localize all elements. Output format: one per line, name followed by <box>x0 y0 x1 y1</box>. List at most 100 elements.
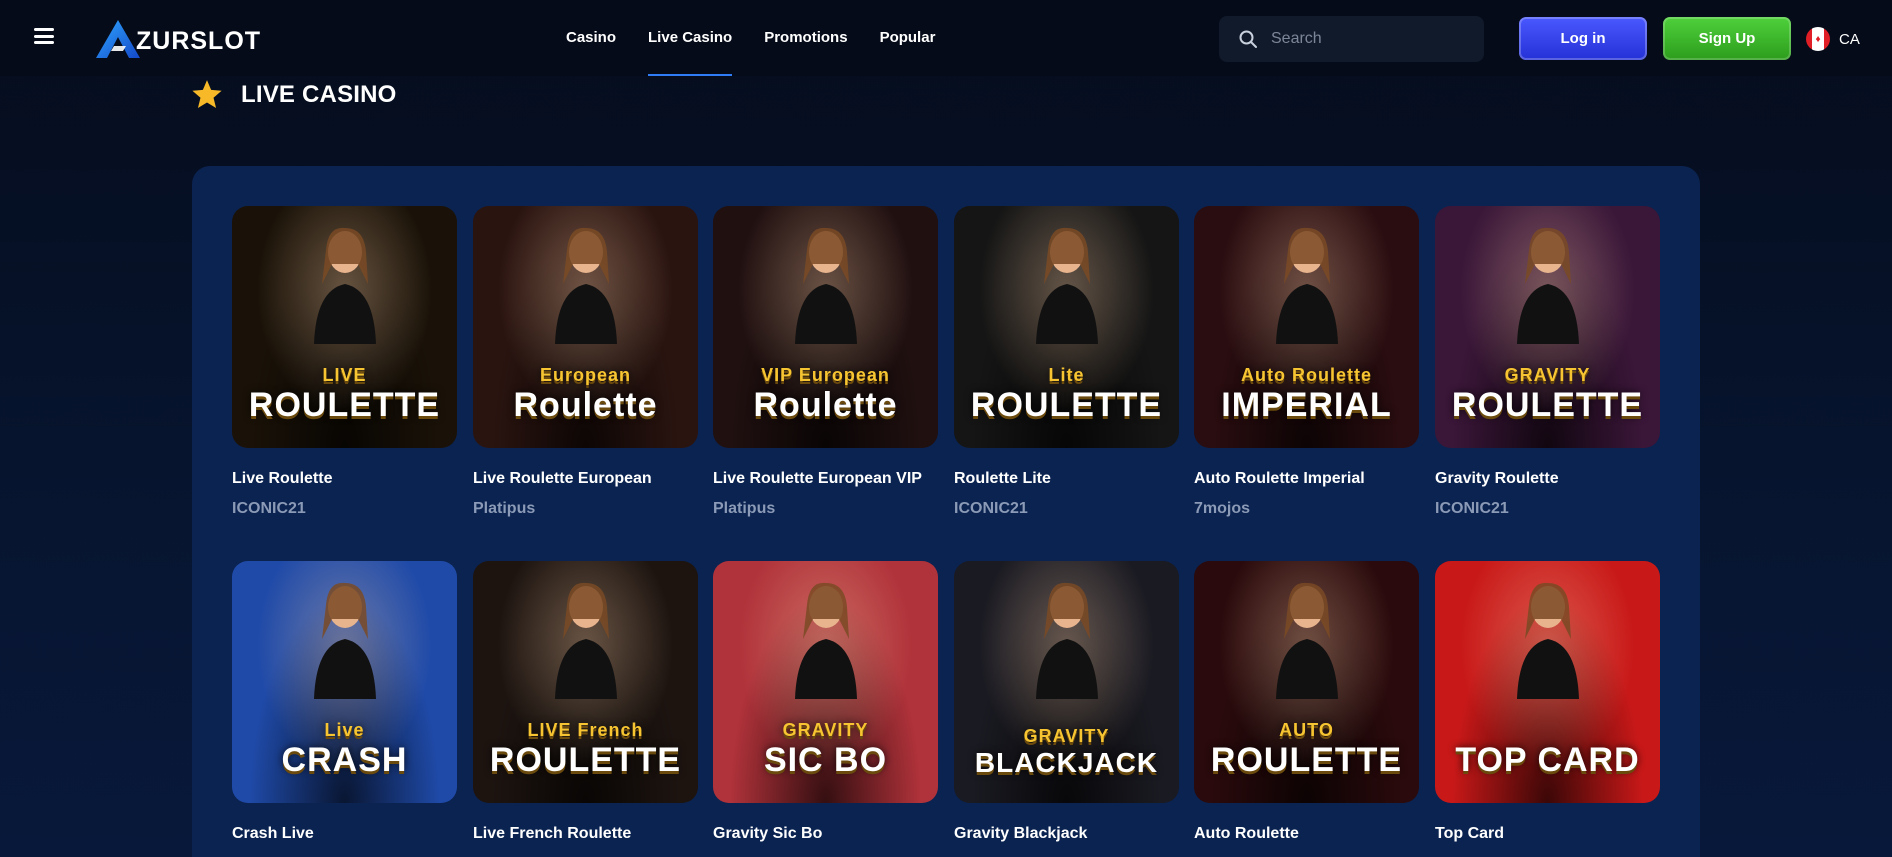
thumbnail-main-title: ROULETTE <box>1451 386 1644 424</box>
thumbnail-subtitle: Live <box>324 720 365 740</box>
thumbnail-title: LIVE ROULETTE <box>249 366 440 422</box>
game-name[interactable]: Live Roulette <box>232 470 457 488</box>
thumbnail-main-title: TOP CARD <box>1455 741 1640 779</box>
dealer-image <box>787 579 865 699</box>
game-card[interactable]: VIP European Roulette Live Roulette Europe… <box>713 206 938 518</box>
thumbnail-subtitle: GRAVITY <box>1504 365 1591 385</box>
dealer-image <box>1028 224 1106 344</box>
nav-casino[interactable]: Casino <box>566 0 616 76</box>
nav-live-casino[interactable]: Live Casino <box>648 0 733 76</box>
thumbnail-subtitle: European <box>539 365 631 385</box>
game-thumbnail[interactable]: European Roulette <box>473 206 698 448</box>
game-name[interactable]: Live French Roulette <box>473 825 698 843</box>
dealer-image <box>1509 579 1587 699</box>
game-name[interactable]: Gravity Blackjack <box>954 825 1179 843</box>
search-box[interactable] <box>1219 16 1484 62</box>
main-nav: Casino Live Casino Promotions Popular <box>566 0 967 76</box>
game-provider: Platipus <box>473 500 536 517</box>
thumbnail-title: LIVE French ROULETTE <box>490 721 681 777</box>
games-panel: LIVE ROULETTE Live Roulette ICONIC21 Europea… <box>192 166 1700 857</box>
game-thumbnail[interactable]: Lite ROULETTE <box>954 206 1179 448</box>
game-thumbnail[interactable]: GRAVITY SIC BO <box>713 561 938 803</box>
game-card[interactable]: Auto Roulette IMPERIAL Auto Roulette Imper… <box>1194 206 1419 518</box>
game-name[interactable]: Gravity Sic Bo <box>713 825 938 843</box>
game-thumbnail[interactable]: GRAVITY BLACKJACK <box>954 561 1179 803</box>
game-card[interactable]: LIVE French ROULETTE Live French Roulette <box>473 561 698 855</box>
thumbnail-subtitle: GRAVITY <box>1023 726 1110 746</box>
section-header: LIVE CASINO <box>190 78 397 112</box>
game-provider: ICONIC21 <box>1435 500 1509 517</box>
game-name[interactable]: Crash Live <box>232 825 457 843</box>
game-provider: ICONIC21 <box>954 500 1028 517</box>
game-thumbnail[interactable]: LIVE ROULETTE <box>232 206 457 448</box>
game-card[interactable]: GRAVITY BLACKJACK Gravity Blackjack <box>954 561 1179 855</box>
thumbnail-title: AUTO ROULETTE <box>1211 721 1402 777</box>
thumbnail-main-title: ROULETTE <box>1210 741 1403 779</box>
thumbnail-title: Lite ROULETTE <box>971 366 1162 422</box>
logo-a-icon <box>96 20 140 58</box>
thumbnail-main-title: Roulette <box>753 386 898 424</box>
game-card[interactable]: Live CRASH Crash Live <box>232 561 457 855</box>
game-card[interactable]: GRAVITY ROULETTE Gravity Roulette ICONIC21 <box>1435 206 1660 518</box>
thumbnail-subtitle: LIVE <box>322 365 367 385</box>
thumbnail-subtitle: Lite <box>1048 365 1085 385</box>
dealer-image <box>547 579 625 699</box>
game-name[interactable]: Auto Roulette <box>1194 825 1419 843</box>
top-header: ZURSLOT Casino Live Casino Promotions Po… <box>0 0 1892 76</box>
thumbnail-subtitle: GRAVITY <box>782 720 869 740</box>
page-title: LIVE CASINO <box>241 81 397 108</box>
language-selector[interactable]: ♦ CA <box>1806 27 1860 51</box>
thumbnail-title: TOP CARD <box>1455 739 1639 777</box>
game-card[interactable]: European Roulette Live Roulette European Pl… <box>473 206 698 518</box>
thumbnail-main-title: Roulette <box>513 386 658 424</box>
game-thumbnail[interactable]: VIP European Roulette <box>713 206 938 448</box>
game-card[interactable]: TOP CARD Top Card <box>1435 561 1660 855</box>
thumbnail-title: Auto Roulette IMPERIAL <box>1221 366 1391 422</box>
game-thumbnail[interactable]: Live CRASH <box>232 561 457 803</box>
menu-icon[interactable] <box>34 28 54 44</box>
thumbnail-main-title: BLACKJACK <box>974 747 1159 778</box>
canada-flag-icon: ♦ <box>1806 27 1830 51</box>
game-name[interactable]: Gravity Roulette <box>1435 470 1660 488</box>
dealer-image <box>306 224 384 344</box>
thumbnail-subtitle: Auto Roulette <box>1241 365 1372 385</box>
signup-button[interactable]: Sign Up <box>1663 17 1791 60</box>
thumbnail-subtitle: VIP European <box>761 365 890 385</box>
game-thumbnail[interactable]: Auto Roulette IMPERIAL <box>1194 206 1419 448</box>
logo[interactable]: ZURSLOT <box>96 20 261 58</box>
search-input[interactable] <box>1271 30 1471 48</box>
logo-text: ZURSLOT <box>136 26 262 55</box>
game-name[interactable]: Live Roulette European <box>473 470 698 488</box>
game-thumbnail[interactable]: AUTO ROULETTE <box>1194 561 1419 803</box>
game-name[interactable]: Roulette Lite <box>954 470 1179 488</box>
search-icon <box>1239 30 1257 48</box>
nav-promotions[interactable]: Promotions <box>764 0 847 76</box>
thumbnail-main-title: CRASH <box>281 741 408 779</box>
dealer-image <box>1268 579 1346 699</box>
nav-popular[interactable]: Popular <box>880 0 936 76</box>
star-icon <box>192 80 222 109</box>
thumbnail-main-title: ROULETTE <box>248 386 441 424</box>
dealer-image <box>787 224 865 344</box>
thumbnail-main-title: SIC BO <box>763 741 888 779</box>
game-thumbnail[interactable]: GRAVITY ROULETTE <box>1435 206 1660 448</box>
dealer-image <box>547 224 625 344</box>
game-card[interactable]: GRAVITY SIC BO Gravity Sic Bo <box>713 561 938 855</box>
game-thumbnail[interactable]: LIVE French ROULETTE <box>473 561 698 803</box>
thumbnail-title: GRAVITY BLACKJACK <box>975 727 1158 777</box>
language-code: CA <box>1839 30 1860 48</box>
game-provider: ICONIC21 <box>232 500 306 517</box>
game-card[interactable]: LIVE ROULETTE Live Roulette ICONIC21 <box>232 206 457 518</box>
game-card[interactable]: Lite ROULETTE Roulette Lite ICONIC21 <box>954 206 1179 518</box>
game-thumbnail[interactable]: TOP CARD <box>1435 561 1660 803</box>
thumbnail-main-title: IMPERIAL <box>1221 386 1392 424</box>
thumbnail-title: VIP European Roulette <box>754 366 898 422</box>
game-name[interactable]: Live Roulette European VIP <box>713 470 938 488</box>
thumbnail-subtitle: AUTO <box>1279 720 1334 740</box>
game-name[interactable]: Auto Roulette Imperial <box>1194 470 1419 488</box>
game-name[interactable]: Top Card <box>1435 825 1660 843</box>
game-provider: Platipus <box>713 500 776 517</box>
thumbnail-main-title: ROULETTE <box>970 386 1163 424</box>
game-card[interactable]: AUTO ROULETTE Auto Roulette <box>1194 561 1419 855</box>
login-button[interactable]: Log in <box>1519 17 1647 60</box>
